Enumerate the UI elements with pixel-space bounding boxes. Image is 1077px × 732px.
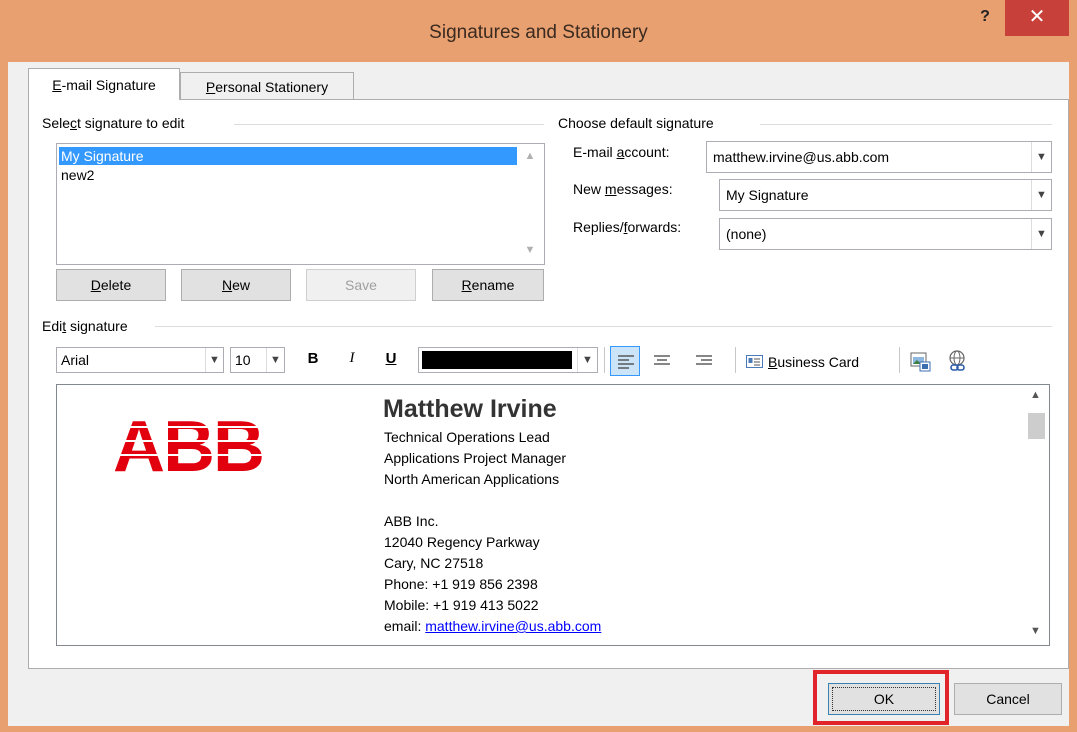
abb-logo: ABB [113,413,263,475]
business-card-button[interactable]: Business Card [744,349,888,375]
new-button[interactable]: New [181,269,291,301]
signature-line: Phone: +1 919 856 2398 [384,576,538,592]
edit-signature-group-label: Edit signature [42,316,134,336]
font-color-select[interactable]: ▼ [418,347,598,373]
title-bar: Signatures and Stationery ? ✕ [0,0,1077,62]
tab-personal-stationery-label: ersonal Stationery [215,79,329,95]
select-signature-group-label: Select signature to edit [42,113,191,133]
replies-forwards-label: Replies/forwards: [573,219,682,235]
new-messages-label: New messages: [573,181,673,197]
signature-line: North American Applications [384,471,560,487]
signature-line: Technical Operations Lead [384,429,550,445]
chevron-down-icon[interactable]: ▼ [266,348,284,372]
insert-hyperlink-icon [949,350,965,371]
tab-email-signature-access-key: E [52,77,62,93]
align-right-icon [696,355,712,365]
chevron-down-icon[interactable]: ▼ [1031,142,1051,172]
scroll-up-icon[interactable]: ▲ [523,150,537,164]
delete-button[interactable]: Delete [56,269,166,301]
tab-email-signature[interactable]: E-mail Signature [28,68,180,100]
align-left-button[interactable] [610,346,640,376]
align-right-button[interactable] [689,346,719,376]
cancel-button[interactable]: Cancel [954,683,1062,715]
align-center-icon [654,355,670,365]
signature-editor[interactable]: ABB Matthew Irvine Technical Operations … [56,384,1050,646]
italic-button[interactable]: I [341,350,363,372]
bold-button[interactable]: B [302,350,324,372]
insert-hyperlink-button[interactable] [944,348,972,376]
signature-line: 12040 Regency Parkway [384,534,540,550]
signature-email-line: email: matthew.irvine@us.abb.com [384,618,602,634]
ok-button[interactable]: OK [828,683,940,715]
tab-personal-stationery-access-key: P [205,79,216,95]
signature-line: Mobile: +1 919 413 5022 [384,597,539,613]
chevron-down-icon[interactable]: ▼ [1031,219,1051,249]
new-messages-select[interactable]: My Signature ▼ [719,179,1052,211]
signature-list[interactable]: My Signature new2 ▲ ▼ [56,143,545,265]
signature-name: Matthew Irvine [383,395,557,423]
select-group-divider [234,124,544,125]
toolbar-separator [735,347,736,373]
font-size-select[interactable]: 10 ▼ [230,347,285,373]
chevron-down-icon[interactable]: ▼ [1031,180,1051,210]
list-item[interactable]: My Signature [59,147,517,165]
signature-line: ABB Inc. [384,513,439,529]
help-button[interactable]: ? [970,2,1000,36]
signature-line: Cary, NC 27518 [384,555,484,571]
tab-email-signature-label: -mail Signature [61,77,156,93]
default-group-divider [760,124,1052,125]
email-account-select[interactable]: matthew.irvine@us.abb.com ▼ [706,141,1052,173]
scroll-thumb[interactable] [1028,413,1045,439]
email-account-label: E-mail account: [573,144,670,160]
scroll-up-icon[interactable]: ▲ [1030,389,1041,401]
font-color-swatch [422,351,572,369]
font-select[interactable]: Arial ▼ [56,347,224,373]
svg-text:ABB: ABB [113,413,263,475]
chevron-down-icon[interactable]: ▼ [205,348,223,372]
list-item[interactable]: new2 [59,166,517,184]
scroll-down-icon[interactable]: ▼ [1030,625,1041,637]
align-center-button[interactable] [647,346,677,376]
align-left-icon [618,355,634,369]
business-card-icon [746,355,763,368]
ok-focus-ring [832,687,936,711]
toolbar-separator [899,347,900,373]
close-button[interactable]: ✕ [1005,0,1069,36]
chevron-down-icon[interactable]: ▼ [577,348,597,372]
window-title: Signatures and Stationery [429,22,648,43]
insert-picture-button[interactable] [906,348,934,376]
edit-group-divider [155,326,1052,327]
rename-button[interactable]: Rename [432,269,544,301]
email-link[interactable]: matthew.irvine@us.abb.com [425,618,601,634]
underline-button[interactable]: U [380,350,402,372]
tab-personal-stationery[interactable]: Personal Stationery [180,72,354,100]
save-button[interactable]: Save [306,269,416,301]
replies-forwards-select[interactable]: (none) ▼ [719,218,1052,250]
toolbar-separator [604,347,605,373]
default-signature-group-label: Choose default signature [558,113,720,133]
scroll-down-icon[interactable]: ▼ [523,244,537,258]
insert-picture-icon [910,352,931,372]
editor-scrollbar[interactable]: ▲ ▼ [1024,385,1049,645]
signature-line: Applications Project Manager [384,450,567,466]
